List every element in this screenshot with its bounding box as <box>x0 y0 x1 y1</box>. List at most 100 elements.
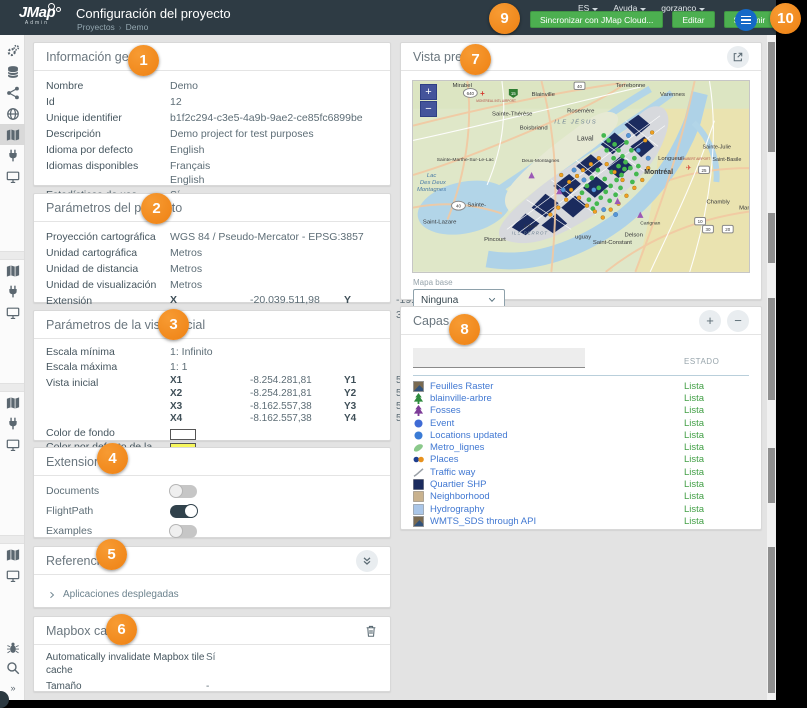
svg-text:15: 15 <box>511 91 516 96</box>
layer-name-link[interactable]: Quartier SHP <box>430 479 684 490</box>
scrollbar-thumb[interactable] <box>768 298 775 400</box>
field-value: Metros <box>170 245 202 261</box>
sidebar-item-projects-2[interactable] <box>0 260 25 281</box>
svg-text:Saint-Lazare: Saint-Lazare <box>423 219 457 225</box>
layer-name-link[interactable]: WMTS_SDS through API <box>430 516 684 527</box>
layer-name-link[interactable]: Feuilles Raster <box>430 381 684 392</box>
field-value: 1: Infinito <box>170 345 213 360</box>
svg-text:25: 25 <box>702 168 707 173</box>
layer-name-link[interactable]: Places <box>430 454 684 465</box>
clear-cache-button[interactable] <box>364 624 378 638</box>
background-color-swatch[interactable] <box>170 429 196 440</box>
edit-button[interactable]: Editar <box>672 11 714 28</box>
scrollbar-thumb[interactable] <box>768 448 775 503</box>
annotation-badge-6: 6 <box>106 614 137 645</box>
svg-text:30: 30 <box>706 227 711 232</box>
sidebar-item-web[interactable] <box>0 103 25 124</box>
documents-toggle[interactable] <box>170 485 197 498</box>
sidebar-item-projects-3[interactable] <box>0 392 25 413</box>
sidebar: » <box>0 35 25 700</box>
layer-name-link[interactable]: Fosses <box>430 405 684 416</box>
deployed-apps-expander[interactable]: Aplicaciones desplegadas <box>46 575 378 614</box>
field-row: Idiomas disponiblesFrançaisEnglish <box>46 158 378 187</box>
scrollbar-thumb[interactable] <box>768 42 775 152</box>
layer-name-link[interactable]: Event <box>430 418 684 429</box>
monitor-icon <box>6 170 20 184</box>
svg-text:Sainte-Marthe-Sur-Le-Lac: Sainte-Marthe-Sur-Le-Lac <box>437 157 495 163</box>
annotation-badge-4: 4 <box>97 443 128 474</box>
field-row: Escala mínima1: Infinito <box>46 345 378 360</box>
layer-row[interactable]: WMTS_SDS through APILista <box>413 515 749 527</box>
sidebar-item-displays[interactable] <box>0 166 25 187</box>
map-canvas[interactable]: 640 15 40 25 30 20 10 40 + MONTREAL INTL… <box>412 80 750 273</box>
annotation-badge-7: 7 <box>460 44 491 75</box>
layer-name-link[interactable]: Neighborhood <box>430 491 684 502</box>
layer-row[interactable]: Quartier SHPLista <box>413 478 749 490</box>
sync-jmap-cloud-button[interactable]: Sincronizar con JMap Cloud... <box>530 11 663 28</box>
map-preview[interactable]: 640 15 40 25 30 20 10 40 + MONTREAL INTL… <box>412 80 750 273</box>
layer-row[interactable]: blainville-arbreLista <box>413 392 749 404</box>
layer-row[interactable]: Locations updatedLista <box>413 429 749 441</box>
svg-text:20: 20 <box>725 227 730 232</box>
layer-name-link[interactable]: Locations updated <box>430 430 684 441</box>
sidebar-item-databases[interactable] <box>0 61 25 82</box>
database-icon <box>6 65 20 79</box>
open-preview-button[interactable] <box>727 46 749 68</box>
field-label: Escala máxima <box>46 360 170 375</box>
remove-layer-button[interactable]: − <box>727 310 749 332</box>
sidebar-item-projects[interactable] <box>0 124 25 145</box>
layer-name-link[interactable]: Hydrography <box>430 504 684 515</box>
sidebar-item-plugins-3[interactable] <box>0 413 25 434</box>
sidebar-item-plugins-2[interactable] <box>0 281 25 302</box>
scrollbar-thumb[interactable] <box>768 213 775 263</box>
menu-button[interactable] <box>735 9 757 31</box>
sidebar-item-share[interactable] <box>0 82 25 103</box>
layer-name-link[interactable]: Metro_lignes <box>430 442 684 453</box>
sidebar-item-displays-4[interactable] <box>0 565 25 586</box>
field-label: Color de fondo <box>46 426 170 440</box>
map-zoom-out-button[interactable]: − <box>420 101 437 117</box>
layer-row[interactable]: PlacesLista <box>413 454 749 466</box>
collapse-all-button[interactable] <box>356 550 378 572</box>
svg-text:10: 10 <box>698 219 703 224</box>
point-layer-icon <box>413 418 424 429</box>
layer-row[interactable]: EventLista <box>413 417 749 429</box>
map-icon <box>6 128 20 142</box>
map-zoom-in-button[interactable]: + <box>420 84 437 100</box>
svg-text:Sainte-: Sainte- <box>467 203 486 209</box>
svg-text:Des Deux: Des Deux <box>420 180 447 186</box>
expander-label: Aplicaciones desplegadas <box>63 589 179 600</box>
layer-row[interactable]: HydrographyLista <box>413 503 749 515</box>
svg-text:Blainville: Blainville <box>532 92 556 98</box>
layers-search-input[interactable] <box>413 348 585 368</box>
examples-toggle[interactable] <box>170 525 197 538</box>
layer-name-link[interactable]: blainville-arbre <box>430 393 684 404</box>
sidebar-item-settings[interactable] <box>0 40 25 61</box>
sidebar-item-displays-3[interactable] <box>0 434 25 455</box>
monitor-icon <box>6 569 20 583</box>
scrollbar-thumb[interactable] <box>768 547 775 693</box>
search-button[interactable] <box>0 658 25 678</box>
svg-text:Saint-Constant: Saint-Constant <box>593 240 632 246</box>
layer-row[interactable]: Traffic wayLista <box>413 466 749 478</box>
svg-text:Longueuil: Longueuil <box>658 156 684 162</box>
layer-row[interactable]: NeighborhoodLista <box>413 491 749 503</box>
sidebar-item-projects-4[interactable] <box>0 544 25 565</box>
layer-row[interactable]: FossesLista <box>413 405 749 417</box>
add-layer-button[interactable]: + <box>699 310 721 332</box>
flightpath-toggle[interactable] <box>170 505 197 518</box>
jmap-logo[interactable]: JMap Admin <box>10 4 64 26</box>
layer-status: Lista <box>684 516 704 527</box>
svg-text:Mirabel: Mirabel <box>453 83 472 89</box>
field-row: NombreDemo <box>46 78 378 94</box>
vertical-scrollbar[interactable] <box>767 35 776 700</box>
layer-row[interactable]: Feuilles RasterLista <box>413 380 749 392</box>
bug-icon <box>6 641 20 655</box>
layer-row[interactable]: Metro_lignesLista <box>413 441 749 453</box>
sidebar-item-displays-2[interactable] <box>0 302 25 323</box>
layer-name-link[interactable]: Traffic way <box>430 467 684 478</box>
layer-status: Lista <box>684 393 704 404</box>
debug-button[interactable] <box>0 638 25 658</box>
sidebar-item-plugins[interactable] <box>0 145 25 166</box>
breadcrumb-projects[interactable]: Proyectos <box>77 22 115 32</box>
